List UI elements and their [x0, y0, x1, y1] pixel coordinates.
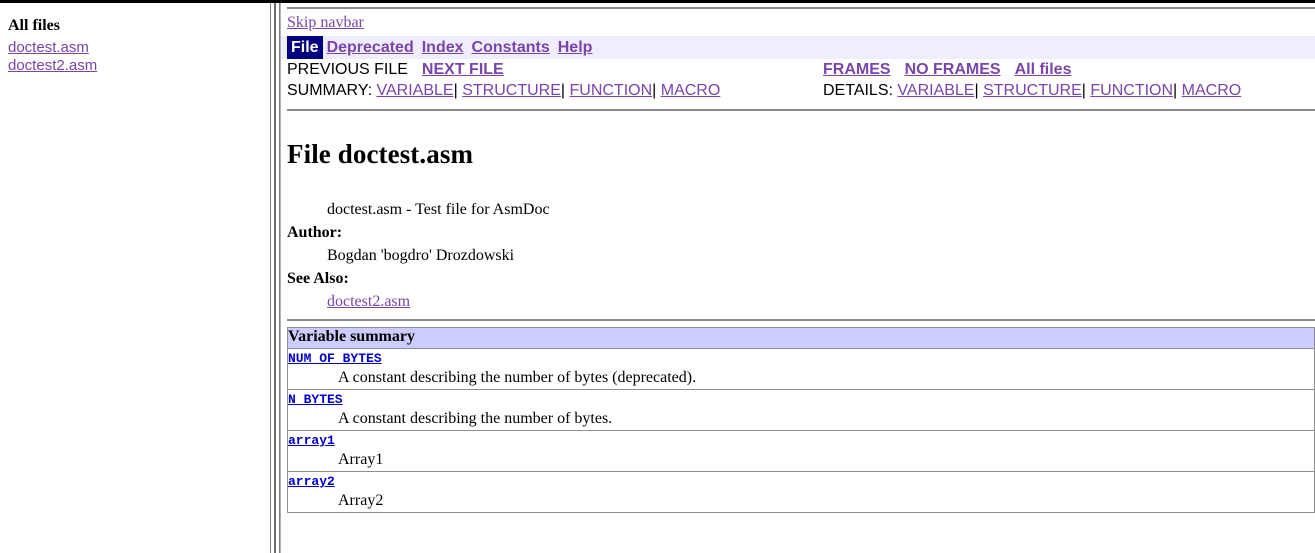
see-also-link-doctest2[interactable]: doctest2.asm — [327, 293, 410, 310]
navigation-rows: PREVIOUS FILE NEXT FILE SUMMARY: VARIABLE… — [287, 59, 1315, 103]
sidebar-item-doctest2-asm[interactable]: doctest2.asm — [8, 57, 262, 75]
see-also-value: doctest2.asm — [327, 290, 1315, 313]
frameset-container: All files doctest.asm doctest2.asm Skip … — [0, 0, 1315, 553]
variable-description-array1: Array1 — [338, 451, 384, 468]
navbar-item-help[interactable]: Help — [554, 36, 597, 59]
variable-link-n-bytes[interactable]: N_BYTES — [288, 391, 343, 408]
previous-file-label: PREVIOUS FILE — [287, 61, 408, 78]
all-files-list: All files doctest.asm doctest2.asm — [0, 3, 270, 75]
navbar-bottom-divider — [287, 109, 1315, 111]
page-title: File doctest.asm — [287, 139, 474, 169]
variable-summary-heading: Variable summary — [287, 327, 1315, 349]
table-row: array2 Array2 — [287, 471, 1315, 513]
variable-link-num-of-bytes[interactable]: NUM_OF_BYTES — [288, 350, 382, 367]
variable-description-array2: Array2 — [338, 492, 384, 509]
all-files-link[interactable]: All files — [1015, 61, 1072, 78]
author-value: Bogdan 'bogdro' Drozdowski — [327, 247, 515, 264]
table-header-row: Variable summary — [287, 327, 1315, 349]
summary-link-structure[interactable]: STRUCTURE — [462, 82, 561, 99]
details-navigation-row: DETAILS: VARIABLE| STRUCTURE| FUNCTION| … — [823, 80, 1315, 101]
details-link-variable[interactable]: VARIABLE — [897, 82, 974, 99]
summary-separator-1: | — [453, 82, 458, 99]
sidebar-item-doctest-asm[interactable]: doctest.asm — [8, 39, 262, 57]
details-link-macro[interactable]: MACRO — [1182, 82, 1242, 99]
document-body: Skip navbar File Deprecated Index Constants… — [281, 7, 1315, 513]
document-frame: Skip navbar File Deprecated Index Constants… — [281, 3, 1315, 553]
variable-description-num-of-bytes: A constant describing the number of byte… — [338, 369, 697, 386]
navbar-strip: File Deprecated Index Constants Help — [281, 36, 1315, 59]
top-divider — [287, 7, 1315, 9]
frames-link[interactable]: FRAMES — [823, 61, 891, 78]
details-separator-2: | — [1081, 82, 1086, 99]
navbar-item-deprecated[interactable]: Deprecated — [323, 36, 418, 59]
frame-divider-handle[interactable] — [270, 3, 280, 553]
no-frames-link[interactable]: NO FRAMES — [905, 61, 1001, 78]
see-also-label: See Also: — [287, 270, 349, 287]
details-link-function[interactable]: FUNCTION — [1090, 82, 1173, 99]
variable-link-array2[interactable]: array2 — [288, 473, 335, 490]
variable-description-n-bytes: A constant describing the number of byte… — [338, 410, 613, 427]
author-label: Author: — [287, 224, 343, 241]
all-files-frame: All files doctest.asm doctest2.asm — [0, 3, 270, 553]
variable-link-array1[interactable]: array1 — [288, 432, 335, 449]
summary-navigation-row: SUMMARY: VARIABLE| STRUCTURE| FUNCTION| … — [287, 80, 807, 101]
frames-navigation-row: FRAMES NO FRAMES All files — [823, 59, 1315, 80]
summary-link-variable[interactable]: VARIABLE — [377, 82, 454, 99]
table-row: NUM_OF_BYTES A constant describing the n… — [287, 348, 1315, 390]
next-file-link[interactable]: NEXT FILE — [422, 61, 504, 78]
navigation-right-column: FRAMES NO FRAMES All files DETAILS: VARIAB… — [823, 59, 1315, 101]
all-files-heading: All files — [8, 17, 60, 34]
summary-top-divider — [287, 319, 1315, 321]
navbar-item-constants[interactable]: Constants — [468, 36, 554, 59]
summary-link-macro[interactable]: MACRO — [661, 82, 721, 99]
summary-separator-3: | — [652, 82, 657, 99]
details-separator-3: | — [1173, 82, 1178, 99]
navbar-item-file[interactable]: File — [287, 36, 323, 59]
summary-label: SUMMARY: — [287, 82, 373, 99]
details-separator-1: | — [974, 82, 979, 99]
file-description-block: doctest.asm - Test file for AsmDoc Autho… — [287, 198, 1315, 313]
navigation-left-column: PREVIOUS FILE NEXT FILE SUMMARY: VARIABLE… — [287, 59, 807, 101]
details-label: DETAILS: — [823, 82, 893, 99]
summary-link-function[interactable]: FUNCTION — [569, 82, 652, 99]
details-link-structure[interactable]: STRUCTURE — [983, 82, 1082, 99]
file-description: doctest.asm - Test file for AsmDoc — [327, 201, 550, 218]
summary-separator-2: | — [560, 82, 566, 99]
table-row: array1 Array1 — [287, 430, 1315, 472]
skip-navbar-container: Skip navbar — [287, 14, 1315, 32]
table-row: N_BYTES A constant describing the number… — [287, 389, 1315, 431]
navbar-item-index[interactable]: Index — [418, 36, 468, 59]
file-navigation-row: PREVIOUS FILE NEXT FILE — [287, 59, 807, 80]
skip-navbar-link[interactable]: Skip navbar — [287, 14, 364, 31]
variable-summary-table: Variable summary NUM_OF_BYTES A constant… — [287, 327, 1315, 513]
